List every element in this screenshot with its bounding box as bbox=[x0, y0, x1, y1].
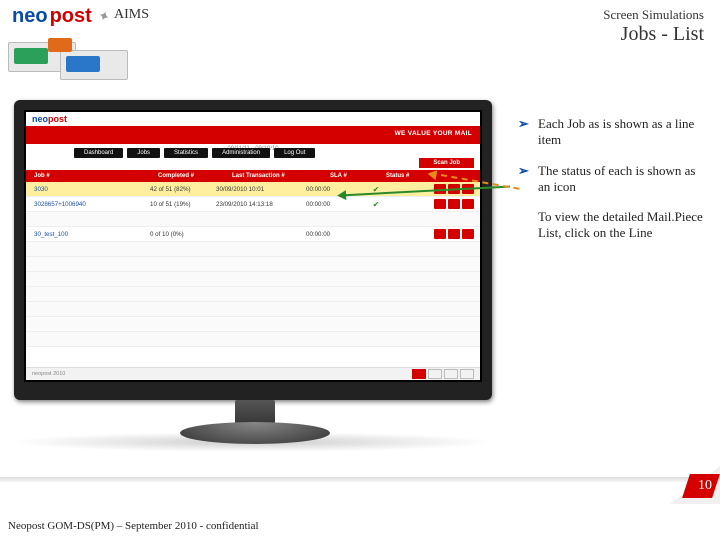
table-row bbox=[26, 272, 480, 287]
col-transaction[interactable]: Last Transaction # bbox=[228, 173, 326, 179]
tab-administration[interactable]: Administration bbox=[212, 148, 270, 158]
action-icon[interactable] bbox=[448, 199, 460, 209]
chevron-icon: ➢ bbox=[518, 116, 530, 149]
bullet-item: ➢Each Job as is shown as a line item bbox=[518, 116, 710, 149]
table-row bbox=[26, 317, 480, 332]
page-title: Jobs - List bbox=[621, 24, 704, 44]
monitor: neopost WE VALUE YOUR MAIL Dashboard Job… bbox=[14, 100, 492, 400]
page-number: 10 bbox=[698, 478, 712, 494]
status-check-icon: ✔ bbox=[354, 200, 398, 209]
action-icon[interactable] bbox=[448, 229, 460, 239]
table-row bbox=[26, 257, 480, 272]
leaf-icon: ✦ bbox=[95, 6, 112, 26]
table-header: Job # Completed # Last Transaction # SLA… bbox=[26, 170, 480, 182]
col-completed[interactable]: Completed # bbox=[154, 173, 228, 179]
brand-logo: neopost ✦ bbox=[12, 6, 110, 26]
tab-dashboard[interactable]: Dashboard bbox=[74, 148, 123, 158]
bullet-item: ➢To view the detailed Mail.Piece List, c… bbox=[518, 209, 710, 242]
divider bbox=[0, 477, 720, 482]
page-next-icon[interactable] bbox=[444, 369, 458, 379]
table-row bbox=[26, 287, 480, 302]
table-row[interactable]: 3030 42 of 51 (82%) 30/09/2010 10:01 00:… bbox=[26, 182, 480, 197]
bullet-item: ➢The status of each is shown as an icon bbox=[518, 163, 710, 196]
col-job[interactable]: Job # bbox=[26, 173, 154, 179]
pagination bbox=[412, 369, 480, 379]
page-last-icon[interactable] bbox=[460, 369, 474, 379]
product-name: AIMS bbox=[114, 8, 149, 22]
table-row[interactable]: 30_test_100 0 of 10 (0%) 00:00:00 bbox=[26, 227, 480, 242]
table-row bbox=[26, 302, 480, 317]
tab-statistics[interactable]: Statistics bbox=[164, 148, 208, 158]
app-footer: neopost 2010 bbox=[26, 367, 480, 380]
table-row bbox=[26, 212, 480, 227]
action-icon[interactable] bbox=[462, 199, 474, 209]
slogan-text: WE VALUE YOUR MAIL bbox=[395, 130, 472, 137]
table-row bbox=[26, 332, 480, 347]
col-sla[interactable]: SLA # bbox=[326, 173, 382, 179]
page-corner: 10 bbox=[664, 464, 720, 504]
brand-post: post bbox=[50, 6, 92, 26]
app-logo: neopost bbox=[32, 114, 67, 124]
table-row bbox=[26, 242, 480, 257]
flow-diagram bbox=[8, 34, 128, 88]
action-icon[interactable] bbox=[434, 199, 446, 209]
table-row[interactable]: 3028657+1006940 10 of 51 (19%) 23/09/201… bbox=[26, 197, 480, 212]
tab-logout[interactable]: Log Out bbox=[274, 148, 315, 158]
action-icon[interactable] bbox=[462, 229, 474, 239]
bullet-list: ➢Each Job as is shown as a line item ➢Th… bbox=[518, 116, 710, 256]
confidential-footer: Neopost GOM-DS(PM) – September 2010 - co… bbox=[8, 520, 259, 532]
action-icon[interactable] bbox=[434, 229, 446, 239]
page-first-icon[interactable] bbox=[412, 369, 426, 379]
monitor-stand bbox=[180, 400, 330, 450]
nav-tabs: Dashboard Jobs Statistics Administration… bbox=[74, 148, 315, 158]
subtitle: Screen Simulations bbox=[603, 8, 704, 21]
brand-neo: neo bbox=[12, 6, 48, 26]
scan-job-button[interactable]: Scan Job bbox=[419, 158, 474, 168]
chevron-icon: ➢ bbox=[518, 163, 530, 196]
page-prev-icon[interactable] bbox=[428, 369, 442, 379]
tab-jobs[interactable]: Jobs bbox=[127, 148, 160, 158]
app-screenshot: neopost WE VALUE YOUR MAIL Dashboard Job… bbox=[26, 112, 480, 380]
